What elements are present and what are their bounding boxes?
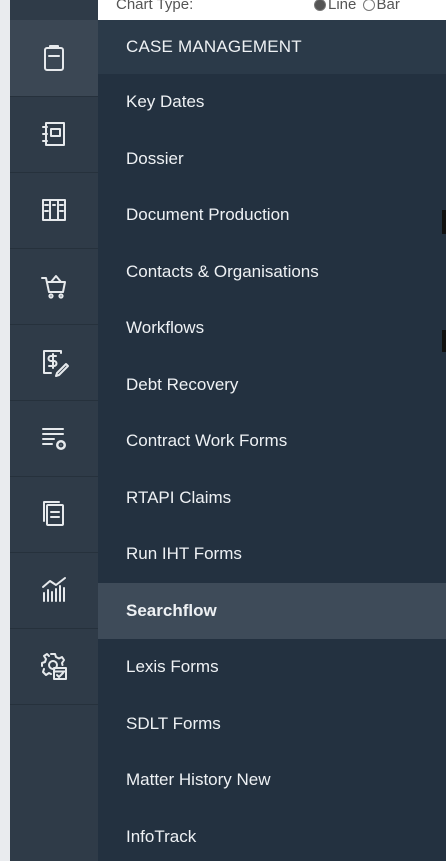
menu-item-label: RTAPI Claims <box>126 487 232 507</box>
rail-item-columns[interactable] <box>10 172 98 249</box>
menu-item-label: Searchflow <box>126 600 217 620</box>
background-edge-fragment <box>442 210 446 234</box>
icon-rail <box>10 0 98 861</box>
documents-icon <box>43 501 64 526</box>
menu-item-label: Run IHT Forms <box>126 544 242 563</box>
rail-item-analytics[interactable] <box>10 552 98 629</box>
menu-item-label: Lexis Forms <box>126 657 219 676</box>
rail-item-filter-settings[interactable] <box>10 400 98 477</box>
menu-item-label: Matter History New <box>126 770 271 789</box>
menu-item[interactable]: Searchflow <box>98 582 446 639</box>
rail-item-notebook[interactable] <box>10 96 98 173</box>
menu-item[interactable]: Workflows <box>98 300 446 356</box>
rail-item-documents[interactable] <box>10 476 98 553</box>
menu-item[interactable]: RTAPI Claims <box>98 470 446 526</box>
menu-item[interactable]: InfoTrack <box>98 809 446 865</box>
menu-item-label: Contract Work Forms <box>126 431 288 450</box>
menu-item[interactable]: Run IHT Forms <box>98 526 446 582</box>
menu-item[interactable]: Key Dates <box>98 74 446 130</box>
menu-item-label: Key Dates <box>126 92 205 111</box>
radio-bar-label: Bar <box>376 0 400 13</box>
gear-calendar-icon <box>41 653 67 680</box>
basket-icon <box>41 275 66 299</box>
rail-item-case-management[interactable] <box>10 20 98 97</box>
menu-item[interactable]: Dossier <box>98 131 446 187</box>
chart-icon <box>42 577 66 602</box>
menu-item-label: Document Production <box>126 205 290 224</box>
menu-item[interactable]: Lexis Forms <box>98 639 446 695</box>
radio-line[interactable] <box>314 0 326 12</box>
rail-item-invoice[interactable] <box>10 324 98 401</box>
rail-item-settings-calendar[interactable] <box>10 628 98 705</box>
menu-header: CASE MANAGEMENT <box>98 20 446 74</box>
menu-item[interactable]: Contract Work Forms <box>98 413 446 469</box>
menu-item[interactable]: SDLT Forms <box>98 696 446 752</box>
background-edge-fragment <box>442 330 446 352</box>
menu-item-label: InfoTrack <box>126 826 197 846</box>
clipboard-icon <box>44 45 64 71</box>
radio-line-label: Line <box>328 0 357 13</box>
menu-item[interactable]: Document Production <box>98 187 446 243</box>
rail-item-basket[interactable] <box>10 248 98 325</box>
menu-item-label: Contacts & Organisations <box>126 261 319 281</box>
menu-item[interactable]: Debt Recovery <box>98 357 446 413</box>
menu-item-label: Workflows <box>126 318 205 337</box>
notebook-icon <box>42 122 65 146</box>
page-left-edge <box>0 0 10 861</box>
filter-settings-icon <box>42 428 66 450</box>
invoice-dollar-icon <box>43 350 69 377</box>
case-management-menu: CASE MANAGEMENT Key Dates Dossier Document… <box>98 20 446 861</box>
columns-icon <box>42 199 66 221</box>
menu-item-label: Debt Recovery <box>126 374 239 394</box>
menu-item[interactable]: Contacts & Organisations <box>98 244 446 300</box>
menu-item-label: SDLT Forms <box>126 713 221 733</box>
radio-bar[interactable] <box>362 0 375 12</box>
chart-type-label: Chart Type: <box>116 0 194 13</box>
menu-item-label: Dossier <box>126 148 184 168</box>
menu-item[interactable]: Matter History New <box>98 752 446 808</box>
chart-type-radios: Line Bar <box>312 0 400 13</box>
